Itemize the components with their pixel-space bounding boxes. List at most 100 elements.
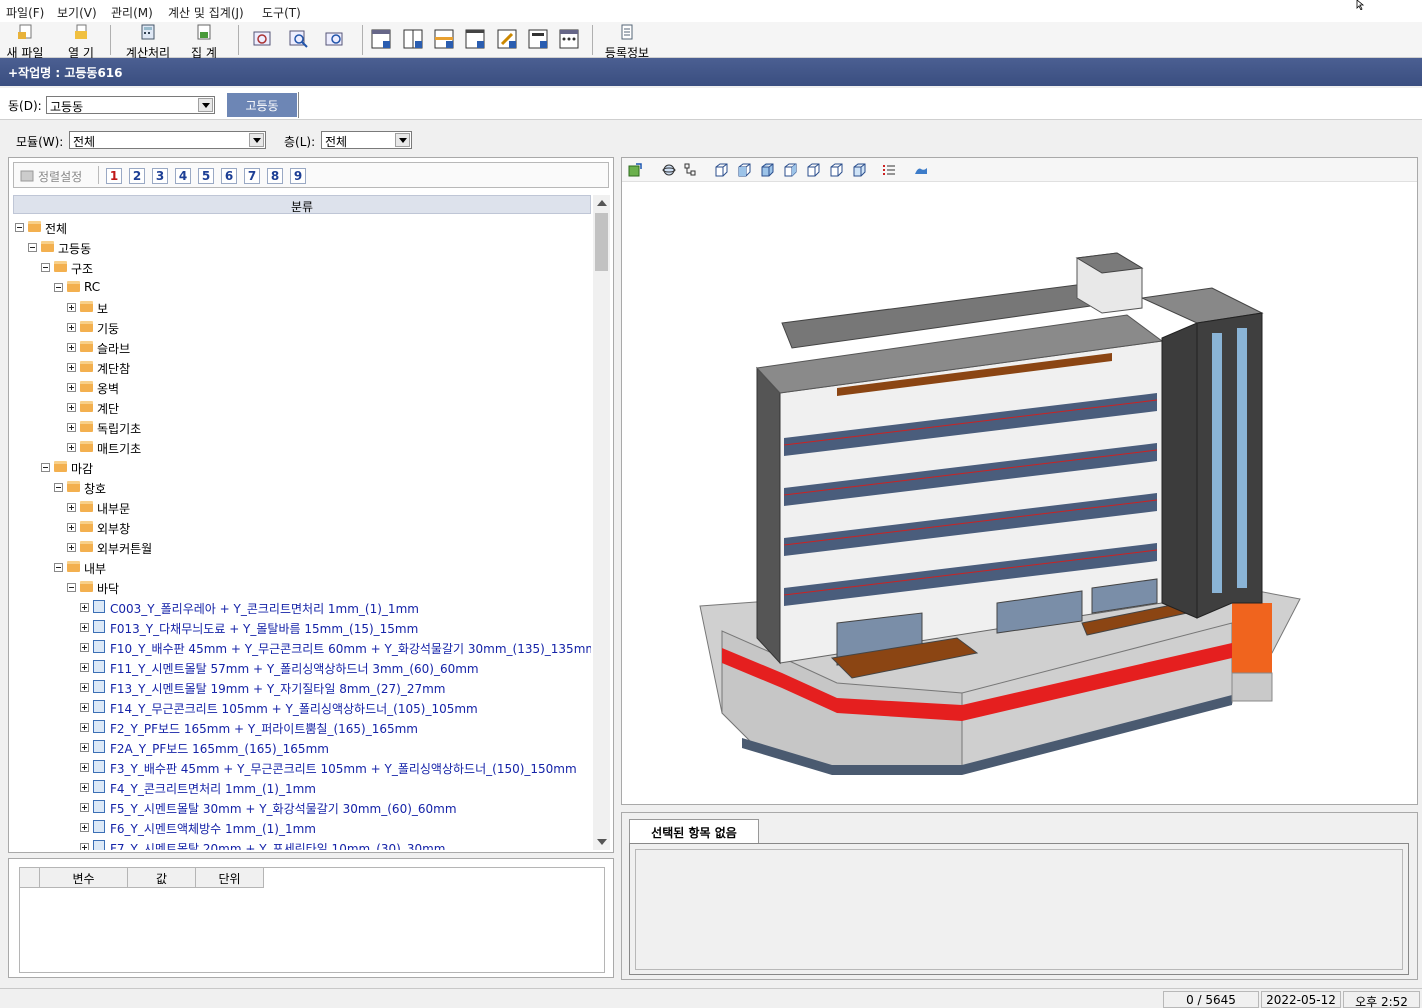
tree-node-label: 마감 [71, 462, 94, 476]
expand-icon[interactable] [80, 603, 89, 612]
open-button[interactable]: 열 기 [60, 24, 102, 60]
folder-icon [80, 541, 93, 552]
layout-window-icon[interactable] [370, 28, 392, 50]
sort-level-6-button[interactable]: 6 [221, 168, 237, 184]
expand-icon[interactable] [80, 823, 89, 832]
expand-icon[interactable] [67, 423, 76, 432]
chevron-down-icon[interactable] [249, 133, 264, 147]
expand-icon[interactable] [67, 443, 76, 452]
menu-tools[interactable]: 도구(T) [262, 4, 301, 21]
expand-icon[interactable] [80, 783, 89, 792]
calc-process-button[interactable]: 계산처리 [122, 24, 174, 60]
view-iso-icon[interactable] [852, 163, 866, 177]
building-select[interactable]: 고등동 [46, 96, 215, 114]
building-tab[interactable]: 고등동 [227, 93, 297, 117]
menu-file[interactable]: 파일(F) [6, 4, 44, 21]
list-view-icon[interactable] [882, 163, 896, 177]
edit-pencil-icon[interactable] [496, 28, 518, 50]
find-icon[interactable] [324, 28, 346, 50]
expand-icon[interactable] [67, 503, 76, 512]
sort-level-1-button[interactable]: 1 [106, 168, 122, 184]
expand-icon[interactable] [80, 643, 89, 652]
tree-node-label: F013_Y_다채무늬도료 + Y_몰탈바름 15mm_(15)_15mm [110, 622, 419, 636]
expand-icon[interactable] [80, 723, 89, 732]
sort-level-4-button[interactable]: 4 [175, 168, 191, 184]
view-left-icon[interactable] [806, 163, 820, 177]
tree-scrollbar[interactable] [593, 195, 610, 850]
selection-tab[interactable]: 선택된 항목 없음 [629, 819, 759, 843]
variable-column-header[interactable]: 변수 [40, 868, 128, 888]
expand-icon[interactable] [80, 703, 89, 712]
layout-column-icon[interactable] [464, 28, 486, 50]
scroll-down-icon[interactable] [597, 839, 607, 845]
expand-icon[interactable] [67, 303, 76, 312]
view-back-icon[interactable] [829, 163, 843, 177]
chevron-down-icon[interactable] [395, 133, 410, 147]
scrollbar-thumb[interactable] [595, 213, 608, 271]
layout-dots-icon[interactable] [558, 28, 580, 50]
collapse-icon[interactable] [41, 463, 50, 472]
sort-level-9-button[interactable]: 9 [290, 168, 306, 184]
sort-level-7-button[interactable]: 7 [244, 168, 260, 184]
value-column-header[interactable]: 값 [128, 868, 196, 888]
layout-band-icon[interactable] [433, 28, 455, 50]
collapse-icon[interactable] [67, 583, 76, 592]
menu-manage[interactable]: 관리(M) [111, 4, 153, 21]
expand-icon[interactable] [80, 843, 89, 850]
collapse-icon[interactable] [54, 563, 63, 572]
expand-icon[interactable] [80, 663, 89, 672]
floor-select[interactable]: 전체 [321, 131, 412, 149]
chevron-down-icon[interactable] [198, 98, 213, 112]
expand-icon[interactable] [80, 743, 89, 752]
view-cube-icon[interactable] [714, 163, 728, 177]
classification-tree[interactable]: 전체 고등동 구조 RC 보 기둥 슬라브 계단참 옹벽 계단 독립기초 매트기초 마감 창호 내부문 외부창… [13, 215, 591, 850]
folder-icon [80, 361, 93, 372]
property-grid[interactable]: 변수 값 단위 [19, 867, 605, 973]
expand-icon[interactable] [67, 323, 76, 332]
view-right-icon[interactable] [783, 163, 797, 177]
export-model-icon[interactable] [628, 163, 642, 177]
collapse-icon[interactable] [41, 263, 50, 272]
collapse-icon[interactable] [28, 243, 37, 252]
preview-icon[interactable] [252, 28, 274, 50]
sort-settings-button[interactable]: 정렬설정 [38, 168, 82, 185]
tree-node-label: RC [84, 280, 101, 294]
expand-icon[interactable] [67, 343, 76, 352]
expand-icon[interactable] [67, 543, 76, 552]
sort-level-5-button[interactable]: 5 [198, 168, 214, 184]
expand-icon[interactable] [67, 523, 76, 532]
aggregate-button[interactable]: 집 계 [184, 24, 224, 60]
building-3d-model[interactable] [622, 183, 1417, 804]
new-file-button[interactable]: 새 파일 [4, 24, 46, 60]
register-info-button[interactable]: 등록정보 [600, 24, 654, 60]
layout-align-icon[interactable] [527, 28, 549, 50]
hierarchy-view-icon[interactable] [684, 163, 698, 177]
tree-column-header[interactable]: 분류 [13, 195, 591, 214]
collapse-icon[interactable] [54, 483, 63, 492]
terrain-icon[interactable] [914, 163, 928, 177]
collapse-icon[interactable] [54, 283, 63, 292]
orbit-view-icon[interactable] [662, 163, 676, 177]
expand-icon[interactable] [80, 763, 89, 772]
expand-icon[interactable] [80, 683, 89, 692]
sort-level-8-button[interactable]: 8 [267, 168, 283, 184]
scroll-up-icon[interactable] [597, 200, 607, 206]
sort-level-3-button[interactable]: 3 [152, 168, 168, 184]
menu-view[interactable]: 보기(V) [57, 4, 97, 21]
folder-icon [80, 341, 93, 352]
menu-calc-aggregate[interactable]: 계산 및 집계(J) [168, 4, 244, 21]
collapse-icon[interactable] [15, 223, 24, 232]
layout-split-icon[interactable] [402, 28, 424, 50]
expand-icon[interactable] [80, 623, 89, 632]
expand-icon[interactable] [80, 803, 89, 812]
unit-column-header[interactable]: 단위 [196, 868, 264, 888]
sort-settings-icon [20, 170, 34, 182]
module-select[interactable]: 전체 [69, 131, 266, 149]
view-top-icon[interactable] [760, 163, 774, 177]
view-front-icon[interactable] [737, 163, 751, 177]
expand-icon[interactable] [67, 363, 76, 372]
expand-icon[interactable] [67, 383, 76, 392]
sort-level-2-button[interactable]: 2 [129, 168, 145, 184]
zoom-search-icon[interactable] [288, 28, 310, 50]
expand-icon[interactable] [67, 403, 76, 412]
